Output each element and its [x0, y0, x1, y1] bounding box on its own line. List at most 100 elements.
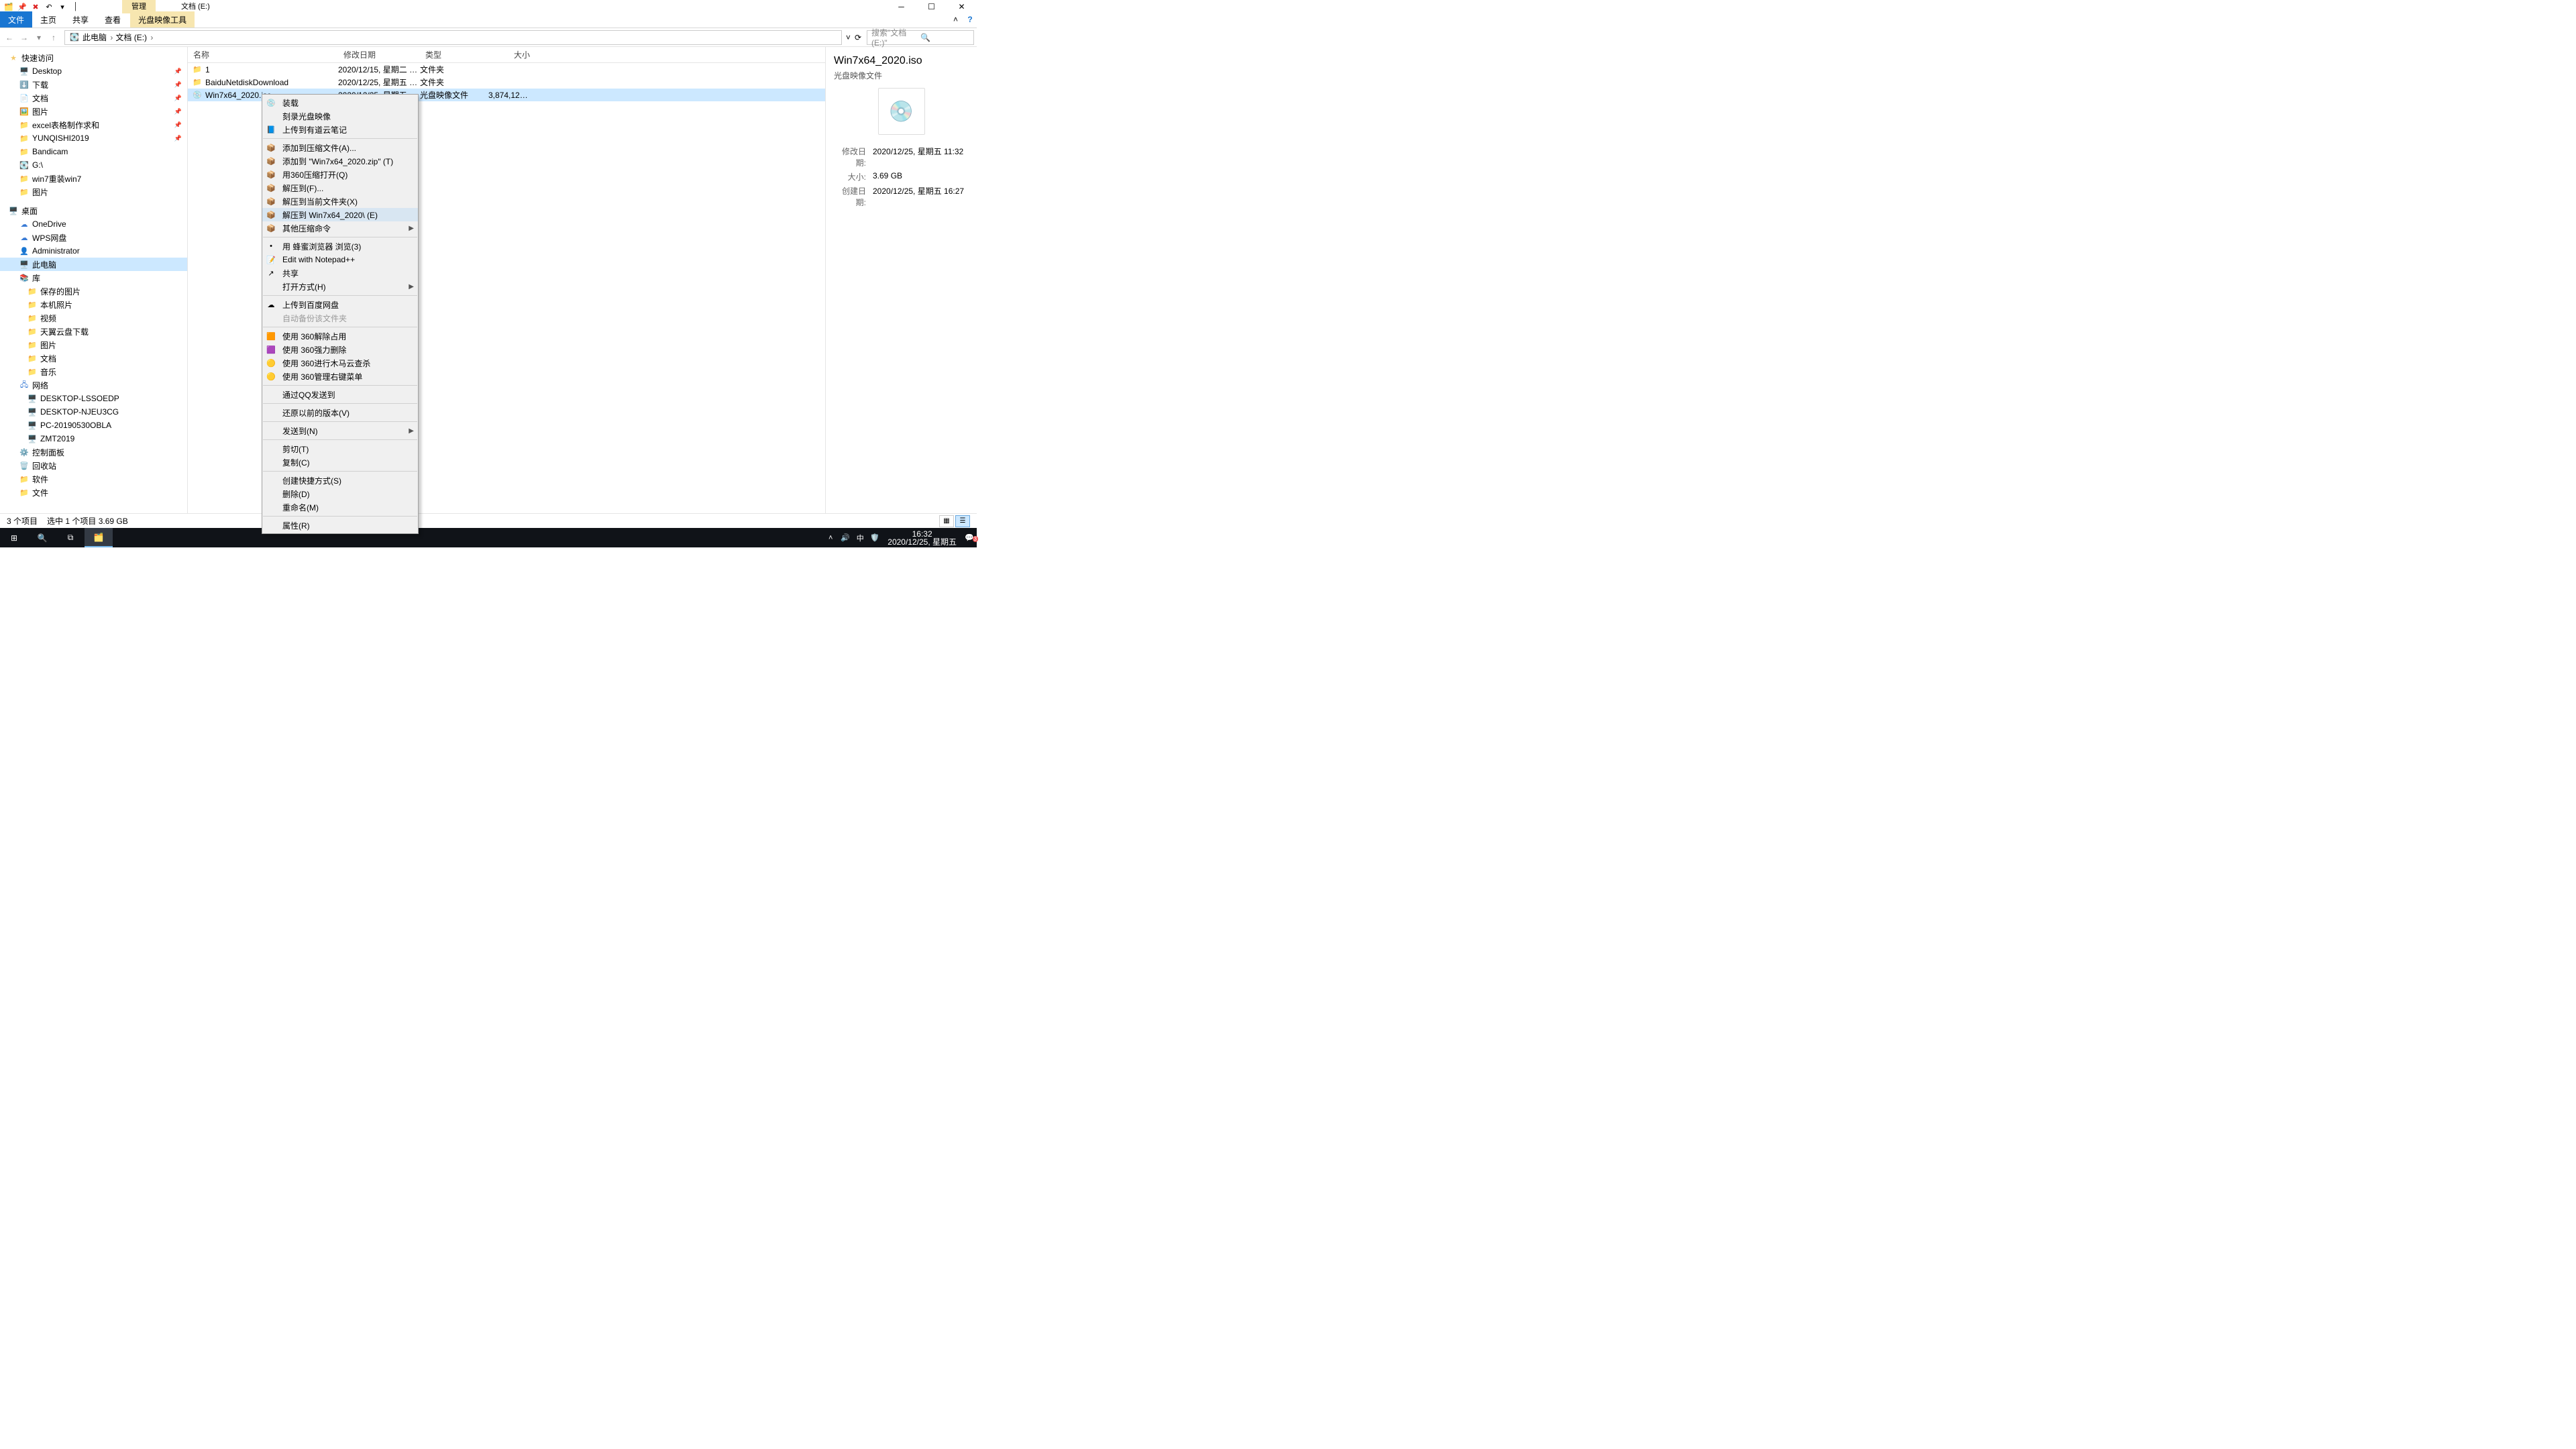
tree-item[interactable]: 📁视频	[0, 311, 187, 325]
tree-item[interactable]: 📁图片	[0, 185, 187, 199]
tree-libraries[interactable]: 📚库	[0, 271, 187, 284]
column-headers[interactable]: 名称 修改日期 类型 大小	[188, 47, 825, 63]
context-menu-item[interactable]: 删除(D)	[262, 487, 418, 500]
tree-item[interactable]: 🗑️回收站	[0, 459, 187, 472]
tree-item[interactable]: 💽G:\	[0, 158, 187, 172]
tree-item[interactable]: 📁win7重装win7	[0, 172, 187, 185]
tree-item[interactable]: ☁OneDrive	[0, 217, 187, 231]
context-menu-item[interactable]: 🟡使用 360进行木马云查杀	[262, 356, 418, 370]
tree-network[interactable]: 🖧网络	[0, 378, 187, 392]
col-type[interactable]: 类型	[420, 49, 488, 60]
tab-home[interactable]: 主页	[32, 11, 64, 28]
tree-item[interactable]: 📁音乐	[0, 365, 187, 378]
close-button[interactable]: ✕	[947, 0, 977, 13]
breadcrumb-bar[interactable]: 💽 此电脑 文档 (E:)	[64, 30, 842, 45]
view-details-button[interactable]: ☰	[955, 515, 970, 527]
context-menu-item[interactable]: 属性(R)	[262, 519, 418, 532]
tab-disc-tools[interactable]: 光盘映像工具	[130, 11, 195, 28]
view-thumbnails-button[interactable]: ▦	[939, 515, 954, 527]
ribbon-contextual-tab[interactable]: 管理	[122, 0, 156, 13]
tree-item[interactable]: 📁保存的图片	[0, 284, 187, 298]
nav-up-button[interactable]: ↑	[47, 31, 60, 44]
tree-item[interactable]: ⚙️控制面板	[0, 445, 187, 459]
context-menu-item[interactable]: 复制(C)	[262, 455, 418, 469]
tree-item[interactable]: ⬇️下载📌	[0, 78, 187, 91]
context-menu-item[interactable]: 📝Edit with Notepad++	[262, 253, 418, 266]
task-view-button[interactable]: ⧉	[56, 528, 85, 547]
tree-item[interactable]: 🖥️PC-20190530OBLA	[0, 419, 187, 432]
nav-forward-button[interactable]: →	[17, 31, 31, 44]
tray-ime-icon[interactable]: 中	[853, 533, 867, 543]
col-size[interactable]: 大小	[488, 49, 535, 60]
tree-item[interactable]: 👤Administrator	[0, 244, 187, 258]
context-menu-item[interactable]: 刻录光盘映像	[262, 109, 418, 123]
context-menu-item[interactable]: ↗共享	[262, 266, 418, 280]
tree-item[interactable]: 📁excel表格制作求和📌	[0, 118, 187, 131]
tab-file[interactable]: 文件	[0, 11, 32, 28]
col-name[interactable]: 名称	[188, 49, 338, 60]
tree-item[interactable]: 📁图片	[0, 338, 187, 352]
context-menu-item[interactable]: 剪切(T)	[262, 442, 418, 455]
context-menu-item[interactable]: 📦其他压缩命令▶	[262, 221, 418, 235]
context-menu-item[interactable]: ☁上传到百度网盘	[262, 298, 418, 311]
file-row[interactable]: 📁BaiduNetdiskDownload2020/12/25, 星期五 1..…	[188, 76, 825, 89]
context-menu-item[interactable]: 🟪使用 360强力删除	[262, 343, 418, 356]
nav-tree[interactable]: ★快速访问 🖥️Desktop📌 ⬇️下载📌 📄文档📌 🖼️图片📌 📁excel…	[0, 47, 188, 526]
taskbar-search-button[interactable]: 🔍	[28, 528, 56, 547]
tree-desktop[interactable]: 🖥️桌面	[0, 204, 187, 217]
breadcrumb-1[interactable]: 文档 (E:)	[115, 32, 153, 43]
context-menu-item[interactable]: 💿装载	[262, 96, 418, 109]
addr-dropdown-icon[interactable]: ˅	[846, 33, 851, 42]
start-button[interactable]: ⊞	[0, 528, 28, 547]
nav-recent-button[interactable]: ▾	[32, 31, 46, 44]
tree-item[interactable]: 🖼️图片📌	[0, 105, 187, 118]
taskbar[interactable]: ⊞ 🔍 ⧉ 🗂️ ˄ 🔊 中 🛡️ 16:32 2020/12/25, 星期五 …	[0, 528, 977, 547]
tree-item[interactable]: 📁Bandicam	[0, 145, 187, 158]
context-menu-item[interactable]: 📦添加到 "Win7x64_2020.zip" (T)	[262, 154, 418, 168]
tree-item[interactable]: 📁文件	[0, 486, 187, 499]
context-menu-item[interactable]: 📦解压到当前文件夹(X)	[262, 195, 418, 208]
help-button[interactable]: ?	[963, 15, 977, 24]
context-menu-item[interactable]: 发送到(N)▶	[262, 424, 418, 437]
tree-item[interactable]: 🖥️ZMT2019	[0, 432, 187, 445]
context-menu-item[interactable]: 📘上传到有道云笔记	[262, 123, 418, 136]
tree-item[interactable]: 🖥️Desktop📌	[0, 64, 187, 78]
addr-refresh-icon[interactable]: ⟳	[855, 33, 861, 42]
ribbon-collapse-button[interactable]: ˄	[953, 15, 958, 24]
context-menu-item[interactable]: 重命名(M)	[262, 500, 418, 514]
tree-item[interactable]: 📁YUNQISHI2019📌	[0, 131, 187, 145]
col-date[interactable]: 修改日期	[338, 49, 420, 60]
tree-item[interactable]: 📁软件	[0, 472, 187, 486]
system-tray[interactable]: ˄ 🔊 中 🛡️ 16:32 2020/12/25, 星期五 💬3	[823, 528, 977, 547]
tree-item[interactable]: 📁文档	[0, 352, 187, 365]
tab-view[interactable]: 查看	[97, 11, 129, 28]
minimize-button[interactable]: ─	[886, 0, 916, 13]
context-menu-item[interactable]: •用 蜂蜜浏览器 浏览(3)	[262, 239, 418, 253]
tree-item[interactable]: 🖥️DESKTOP-LSSOEDP	[0, 392, 187, 405]
tree-item[interactable]: 🖥️DESKTOP-NJEU3CG	[0, 405, 187, 419]
context-menu-item[interactable]: 📦用360压缩打开(Q)	[262, 168, 418, 181]
tree-quick-access[interactable]: ★快速访问	[0, 51, 187, 64]
context-menu-item[interactable]: 📦解压到(F)...	[262, 181, 418, 195]
context-menu-item[interactable]: 📦添加到压缩文件(A)...	[262, 141, 418, 154]
tree-item[interactable]: 📁天翼云盘下载	[0, 325, 187, 338]
file-row[interactable]: 📁12020/12/15, 星期二 1...文件夹	[188, 63, 825, 76]
action-center-button[interactable]: 💬3	[962, 533, 977, 542]
context-menu-item[interactable]: 通过QQ发送到	[262, 388, 418, 401]
tree-item[interactable]: ☁WPS网盘	[0, 231, 187, 244]
tab-share[interactable]: 共享	[64, 11, 97, 28]
tree-this-pc[interactable]: 🖥️此电脑	[0, 258, 187, 271]
context-menu-item[interactable]: 还原以前的版本(V)	[262, 406, 418, 419]
context-menu-item[interactable]: 📦解压到 Win7x64_2020\ (E)	[262, 208, 418, 221]
tray-overflow-icon[interactable]: ˄	[823, 534, 838, 542]
breadcrumb-0[interactable]: 此电脑	[83, 32, 113, 43]
context-menu-item[interactable]: 🟡使用 360管理右键菜单	[262, 370, 418, 383]
search-input[interactable]: 搜索"文档 (E:)" 🔍	[867, 30, 974, 45]
tree-item[interactable]: 📁本机照片	[0, 298, 187, 311]
context-menu-item[interactable]: 🟧使用 360解除占用	[262, 329, 418, 343]
nav-back-button[interactable]: ←	[3, 31, 16, 44]
maximize-button[interactable]: ☐	[916, 0, 947, 13]
tree-item[interactable]: 📄文档📌	[0, 91, 187, 105]
tray-volume-icon[interactable]: 🔊	[838, 533, 853, 542]
context-menu-item[interactable]: 创建快捷方式(S)	[262, 474, 418, 487]
